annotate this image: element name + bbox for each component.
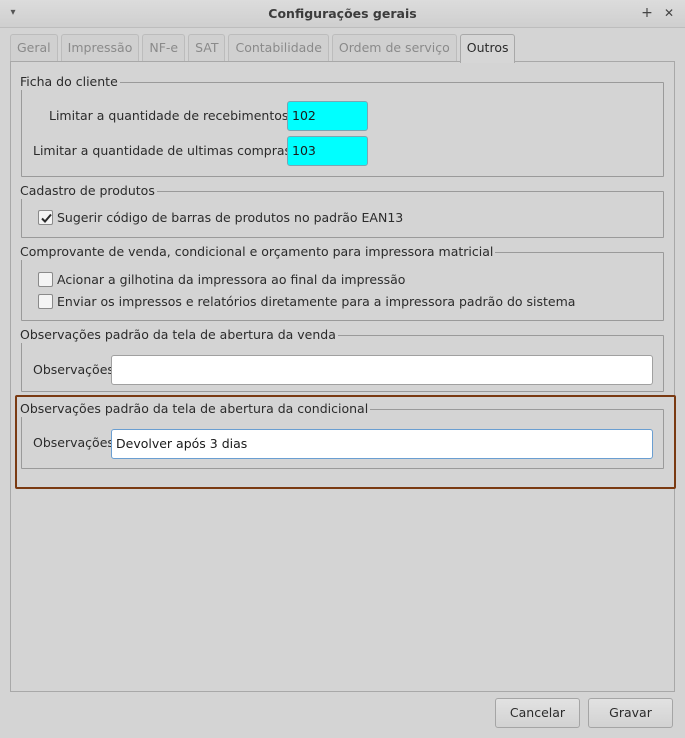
title-bar: ▾ Configurações gerais + ✕ (0, 0, 685, 28)
pin-icon[interactable]: + (638, 4, 656, 22)
tab-sat[interactable]: SAT (188, 34, 226, 62)
group-obs-condicional: Observações padrão da tela de abertura d… (20, 401, 664, 469)
close-icon[interactable]: ✕ (660, 4, 678, 22)
tab-impressao[interactable]: Impressão (60, 34, 140, 62)
tab-contabilidade[interactable]: Contabilidade (228, 34, 329, 62)
tab-nfe[interactable]: NF-e (142, 34, 186, 62)
group-ficha-cliente: Ficha do cliente Limitar a quantidade de… (20, 74, 664, 177)
cancel-button[interactable]: Cancelar (495, 698, 580, 728)
guilhotina-label[interactable]: Acionar a gilhotina da impressora ao fin… (57, 272, 405, 288)
impressora-direta-checkbox[interactable] (38, 294, 53, 309)
checkmark-icon (41, 213, 52, 223)
ean13-checkbox[interactable] (38, 210, 53, 225)
compras-input[interactable]: 103 (287, 136, 368, 166)
tab-geral[interactable]: Geral (10, 34, 58, 62)
obs-condicional-label: Observações (33, 435, 114, 450)
group-obs-venda: Observações padrão da tela de abertura d… (20, 327, 664, 392)
tab-outros[interactable]: Outros (459, 34, 516, 63)
obs-condicional-input[interactable]: Devolver após 3 dias (111, 429, 653, 459)
group-cadastro-produtos: Cadastro de produtos Sugerir código de b… (20, 183, 664, 238)
save-button[interactable]: Gravar (588, 698, 673, 728)
guilhotina-checkbox[interactable] (38, 272, 53, 287)
recebimentos-input[interactable]: 102 (287, 101, 368, 131)
obs-venda-label: Observações (33, 362, 114, 377)
tab-pane-outros: Ficha do cliente Limitar a quantidade de… (10, 61, 675, 692)
compras-label: Limitar a quantidade de ultimas compras … (33, 143, 315, 158)
group-title-ficha-cliente: Ficha do cliente (20, 74, 120, 90)
ean13-label[interactable]: Sugerir código de barras de produtos no … (57, 210, 403, 226)
group-title-impressora-matricial: Comprovante de venda, condicional e orça… (20, 244, 496, 260)
recebimentos-label: Limitar a quantidade de recebimentos em (49, 108, 313, 123)
window-title: Configurações gerais (268, 6, 417, 21)
group-title-obs-venda: Observações padrão da tela de abertura d… (20, 327, 338, 343)
group-title-obs-condicional: Observações padrão da tela de abertura d… (20, 401, 371, 417)
group-title-cadastro-produtos: Cadastro de produtos (20, 183, 157, 199)
impressora-direta-label[interactable]: Enviar os impressos e relatórios diretam… (57, 294, 575, 310)
tab-ordem-servico[interactable]: Ordem de serviço (331, 34, 457, 62)
tab-bar: Geral Impressão NF-e SAT Contabilidade O… (10, 34, 516, 63)
obs-venda-input[interactable] (111, 355, 653, 385)
group-impressora-matricial: Comprovante de venda, condicional e orça… (20, 244, 664, 321)
